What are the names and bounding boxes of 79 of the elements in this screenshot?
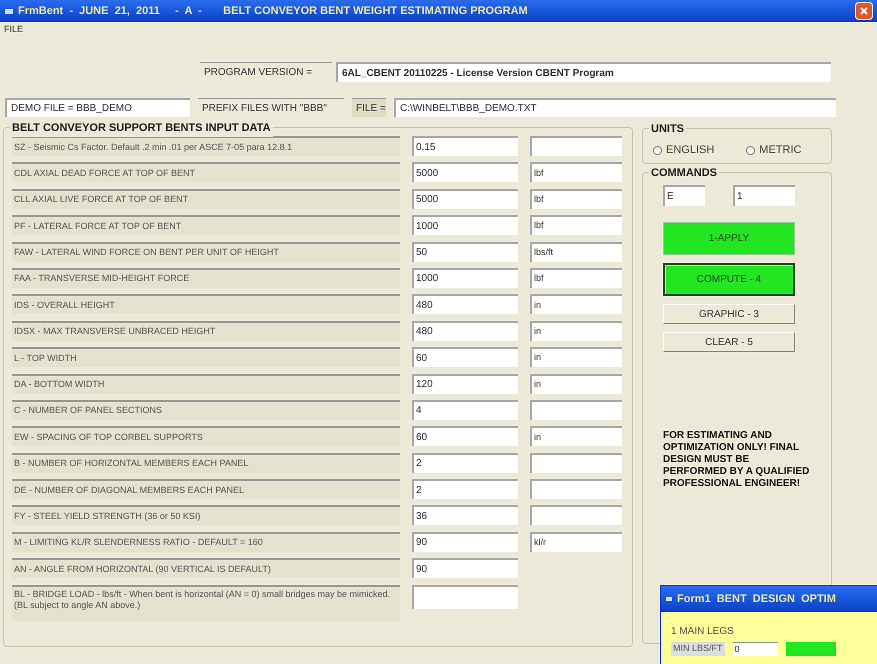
close-icon [859,6,869,16]
unit-field[interactable]: in [530,347,622,368]
window-title: FrmBent - JUNE 21, 2011 - A - BELT CONVEYOR BENT WEIGHT ESTIMATING PROGRAM [18,4,529,19]
command-field[interactable]: E [663,185,705,206]
parameter-label: CLL AXIAL LIVE FORCE AT TOP OF BENT [12,188,400,209]
command-field[interactable]: 1 [733,185,795,206]
value-field[interactable]: 480 [412,320,518,341]
parameter-label: EW - SPACING OF TOP CORBEL SUPPORTS [12,426,400,446]
group-title: BELT CONVEYOR SUPPORT BENTS INPUT DATA [10,120,273,136]
unit-field[interactable]: lbf [530,162,622,182]
value-field[interactable]: 90 [412,558,518,578]
prefix-label: PREFIX FILES WITH "BBB" [198,98,344,117]
value-field[interactable]: 4 [412,400,518,420]
value-field[interactable]: 480 [412,294,518,314]
unit-field[interactable] [530,505,622,526]
parameter-label: FAA - TRANSVERSE MID-HEIGHT FORCE [12,268,400,288]
demo-file-field[interactable]: DEMO FILE = BBB_DEMO [5,98,190,117]
parameter-label: L - TOP WIDTH [12,347,400,368]
min-lbs-field[interactable]: 0 [732,642,778,656]
parameter-label: AN - ANGLE FROM HORIZONTAL (90 VERTICAL IS DEFAULT) [12,558,400,578]
value-field[interactable]: 0.15 [412,136,518,156]
parameter-label: IDS - OVERALL HEIGHT [12,294,400,314]
unit-field[interactable]: lbf [530,268,622,288]
value-field[interactable]: 36 [412,505,518,526]
command-button[interactable]: 1-APPLY [663,222,795,255]
unit-field[interactable]: in [530,320,622,341]
command-button[interactable]: CLEAR - 5 [663,332,795,352]
unit-field[interactable]: lbs/ft [530,242,622,262]
parameter-label: C - NUMBER OF PANEL SECTIONS [12,400,400,420]
warning-text: FOR ESTIMATING AND OPTIMIZATION ONLY! FINAL DESIGN MUST BE PERFORMED BY A QUALIFIED PROFESSIONAL ENGINEER! [663,430,810,490]
command-button[interactable]: GRAPHIC - 3 [663,304,795,324]
child-window-title: Form1 BENT DESIGN OPTIM [677,592,836,607]
radio-label: ENGLISH [666,142,714,158]
file-label: FILE = [352,98,386,117]
app-icon [4,6,14,16]
unit-field[interactable]: lbf [530,215,622,236]
parameter-label: B - NUMBER OF HORIZONTAL MEMBERS EACH PANEL [12,452,400,473]
unit-field[interactable] [530,452,622,473]
radio-button[interactable] [653,146,662,154]
menu-item[interactable]: FILE [4,23,24,37]
parameter-label: SZ - Seismic Cs Factor. Default .2 min .01 per ASCE 7-05 para 12.8.1 [12,136,400,156]
value-field[interactable]: 60 [412,426,518,446]
parameter-label: BL - BRIDGE LOAD - lbs/ft - When bent is horizontal (AN = 0) small bridges may be mimicked. (BL subject to angle AN above.) [12,584,400,621]
unit-field[interactable]: in [530,426,622,446]
value-field[interactable]: 120 [412,374,518,394]
app-icon [665,595,673,603]
value-field[interactable]: 5000 [412,188,518,209]
radio-button[interactable] [746,146,756,154]
unit-field[interactable]: lbf [530,188,622,209]
command-button[interactable]: COMPUTE - 4 [663,263,795,296]
parameter-label: FY - STEEL YIELD STRENGTH (36 or 50 KSI) [12,505,400,526]
value-field[interactable] [412,584,518,609]
unit-field[interactable] [530,400,622,420]
radio-label: METRIC [759,142,802,158]
value-field[interactable]: 1000 [412,215,518,236]
unit-field[interactable] [530,479,622,500]
parameter-label: DE - NUMBER OF DIAGONAL MEMBERS EACH PANEL [12,479,400,500]
parameter-label: CDL AXIAL DEAD FORCE AT TOP OF BENT [12,162,400,182]
parameter-label: FAW - LATERAL WIND FORCE ON BENT PER UNIT OF HEIGHT [12,242,400,262]
parameter-label: DA - BOTTOM WIDTH [12,374,400,394]
version-field[interactable]: 6AL_CBENT 20110225 - License Version CBENT Program [336,62,831,82]
parameter-label: M - LIMITING KL/R SLENDERNESS RATIO - DEFAULT = 160 [12,532,400,552]
parameter-label: PF - LATERAL FORCE AT TOP OF BENT [12,215,400,236]
value-field[interactable]: 5000 [412,162,518,182]
unit-field[interactable]: in [530,374,622,394]
value-field[interactable]: 50 [412,242,518,262]
file-path-field[interactable]: C:\WINBELT\BBB_DEMO.TXT [394,98,836,117]
value-field[interactable]: 2 [412,479,518,500]
value-field[interactable]: 60 [412,347,518,368]
close-button[interactable] [855,2,873,20]
group-title: 1 MAIN LEGS [671,626,734,637]
unit-field[interactable]: kl/r [530,532,622,552]
value-field[interactable]: 1000 [412,268,518,288]
unit-field[interactable] [530,136,622,156]
value-field[interactable]: 90 [412,532,518,552]
parameter-label: IDSX - MAX TRANSVERSE UNBRACED HEIGHT [12,320,400,341]
field-label: MIN LBS/FT [671,642,725,656]
value-field[interactable]: 2 [412,452,518,473]
unit-field[interactable]: in [530,294,622,314]
